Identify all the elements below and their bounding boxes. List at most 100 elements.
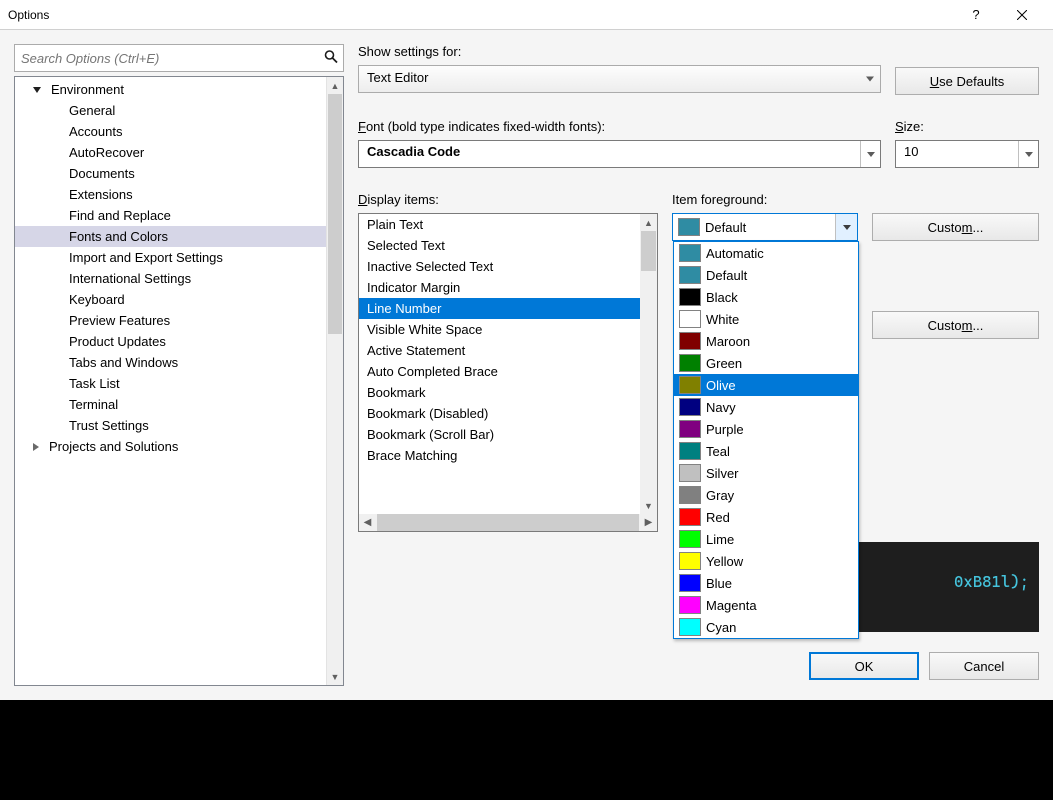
- tree-item[interactable]: Find and Replace: [15, 205, 326, 226]
- color-option[interactable]: Maroon: [674, 330, 858, 352]
- tree-item[interactable]: Documents: [15, 163, 326, 184]
- color-option-label: Magenta: [706, 598, 757, 613]
- color-option[interactable]: Cyan: [674, 616, 858, 638]
- tree-item[interactable]: Keyboard: [15, 289, 326, 310]
- color-option[interactable]: Teal: [674, 440, 858, 462]
- scroll-up-icon[interactable]: ▲: [640, 214, 657, 231]
- color-option-label: Default: [706, 268, 747, 283]
- list-item[interactable]: Auto Completed Brace: [359, 361, 640, 382]
- cancel-button[interactable]: Cancel: [929, 652, 1039, 680]
- tree-label: Documents: [69, 166, 135, 181]
- tree-label: Extensions: [69, 187, 133, 202]
- color-option[interactable]: Magenta: [674, 594, 858, 616]
- scroll-up-icon[interactable]: ▲: [327, 77, 343, 94]
- tree-item[interactable]: Accounts: [15, 121, 326, 142]
- list-item[interactable]: Active Statement: [359, 340, 640, 361]
- chevron-down-icon: [866, 77, 874, 82]
- custom-bg-button[interactable]: Custom...: [872, 311, 1039, 339]
- size-combo[interactable]: 10: [895, 140, 1039, 168]
- scroll-thumb[interactable]: [641, 231, 656, 271]
- list-item[interactable]: Plain Text: [359, 214, 640, 235]
- tree-item[interactable]: International Settings: [15, 268, 326, 289]
- color-option[interactable]: Navy: [674, 396, 858, 418]
- show-settings-dropdown[interactable]: Text Editor: [358, 65, 881, 93]
- color-option-label: Olive: [706, 378, 736, 393]
- color-option[interactable]: Lime: [674, 528, 858, 550]
- color-option-label: Yellow: [706, 554, 743, 569]
- close-button[interactable]: [999, 0, 1045, 30]
- color-option[interactable]: Gray: [674, 484, 858, 506]
- display-items-label: Display items:: [358, 192, 658, 207]
- list-item[interactable]: Bookmark: [359, 382, 640, 403]
- tree-item[interactable]: Task List: [15, 373, 326, 394]
- right-panel: Show settings for: Text Editor Use Defau…: [358, 44, 1039, 686]
- color-option[interactable]: Olive: [674, 374, 858, 396]
- category-tree[interactable]: Environment GeneralAccountsAutoRecover Do…: [15, 77, 326, 685]
- list-item[interactable]: Bookmark (Scroll Bar): [359, 424, 640, 445]
- tree-item[interactable]: Extensions: [15, 184, 326, 205]
- color-option[interactable]: Black: [674, 286, 858, 308]
- scroll-down-icon[interactable]: ▼: [327, 668, 343, 685]
- listbox-vscrollbar[interactable]: ▲ ▼: [640, 214, 657, 514]
- tree-item[interactable]: Trust Settings: [15, 415, 326, 436]
- color-swatch: [679, 376, 701, 394]
- tree-item[interactable]: Terminal: [15, 394, 326, 415]
- tree-item[interactable]: Tabs and Windows: [15, 352, 326, 373]
- color-option[interactable]: Silver: [674, 462, 858, 484]
- color-dropdown-list[interactable]: Automatic Default Black WhiteMaroonGreen Oli…: [673, 241, 859, 639]
- listbox-hscrollbar[interactable]: ◀ ▶: [359, 514, 657, 531]
- scroll-thumb[interactable]: [377, 514, 639, 531]
- list-item[interactable]: Bookmark (Disabled): [359, 403, 640, 424]
- color-swatch: [679, 618, 701, 636]
- search-input[interactable]: [14, 44, 344, 72]
- color-option[interactable]: Red: [674, 506, 858, 528]
- tree-item[interactable]: Preview Features: [15, 310, 326, 331]
- tree-scrollbar[interactable]: ▲ ▼: [326, 77, 343, 685]
- color-option[interactable]: Automatic: [674, 242, 858, 264]
- use-defaults-button[interactable]: Use Defaults: [895, 67, 1039, 95]
- color-option[interactable]: Default: [674, 264, 858, 286]
- ok-button[interactable]: OK: [809, 652, 919, 680]
- scroll-left-icon[interactable]: ◀: [359, 517, 376, 528]
- close-icon: [1017, 10, 1027, 20]
- tree-label: Tabs and Windows: [69, 355, 178, 370]
- color-option-label: Automatic: [706, 246, 764, 261]
- color-option-label: Lime: [706, 532, 734, 547]
- custom-fg-button[interactable]: Custom...: [872, 213, 1039, 241]
- item-foreground-value: Default: [705, 220, 835, 235]
- item-foreground-label: Item foreground:: [672, 192, 1039, 207]
- scroll-right-icon[interactable]: ▶: [640, 517, 657, 528]
- color-swatch: [679, 398, 701, 416]
- list-item[interactable]: Selected Text: [359, 235, 640, 256]
- list-item[interactable]: Brace Matching: [359, 445, 640, 466]
- scroll-thumb[interactable]: [328, 94, 342, 334]
- color-option[interactable]: Blue: [674, 572, 858, 594]
- tree-item[interactable]: Product Updates: [15, 331, 326, 352]
- tree-item[interactable]: Fonts and Colors: [15, 226, 326, 247]
- tree-item-projects[interactable]: Projects and Solutions: [15, 436, 326, 457]
- help-icon: ?: [972, 7, 979, 22]
- tree-item[interactable]: AutoRecover: [15, 142, 326, 163]
- font-combo[interactable]: Cascadia Code: [358, 140, 881, 168]
- size-label: Size:: [895, 119, 1039, 134]
- color-option[interactable]: Green: [674, 352, 858, 374]
- list-item[interactable]: Inactive Selected Text: [359, 256, 640, 277]
- tree-item[interactable]: Import and Export Settings: [15, 247, 326, 268]
- item-foreground-combo[interactable]: Default AutomaticDefaultBlackWhiteMaroon…: [672, 213, 858, 241]
- scroll-down-icon[interactable]: ▼: [640, 497, 657, 514]
- color-option[interactable]: Purple: [674, 418, 858, 440]
- help-button[interactable]: ?: [953, 0, 999, 30]
- tree-item-environment[interactable]: Environment: [15, 79, 326, 100]
- list-item[interactable]: Visible White Space: [359, 319, 640, 340]
- list-item[interactable]: Indicator Margin: [359, 277, 640, 298]
- tree-item[interactable]: General: [15, 100, 326, 121]
- color-option[interactable]: Yellow: [674, 550, 858, 572]
- display-items-listbox[interactable]: Plain TextSelected TextInactive Selected…: [358, 213, 658, 532]
- color-option[interactable]: White: [674, 308, 858, 330]
- chevron-down-icon: [860, 141, 880, 167]
- titlebar: Options ?: [0, 0, 1053, 30]
- color-option-label: Blue: [706, 576, 732, 591]
- color-option-label: Black: [706, 290, 738, 305]
- color-swatch: [679, 486, 701, 504]
- list-item[interactable]: Line Number: [359, 298, 640, 319]
